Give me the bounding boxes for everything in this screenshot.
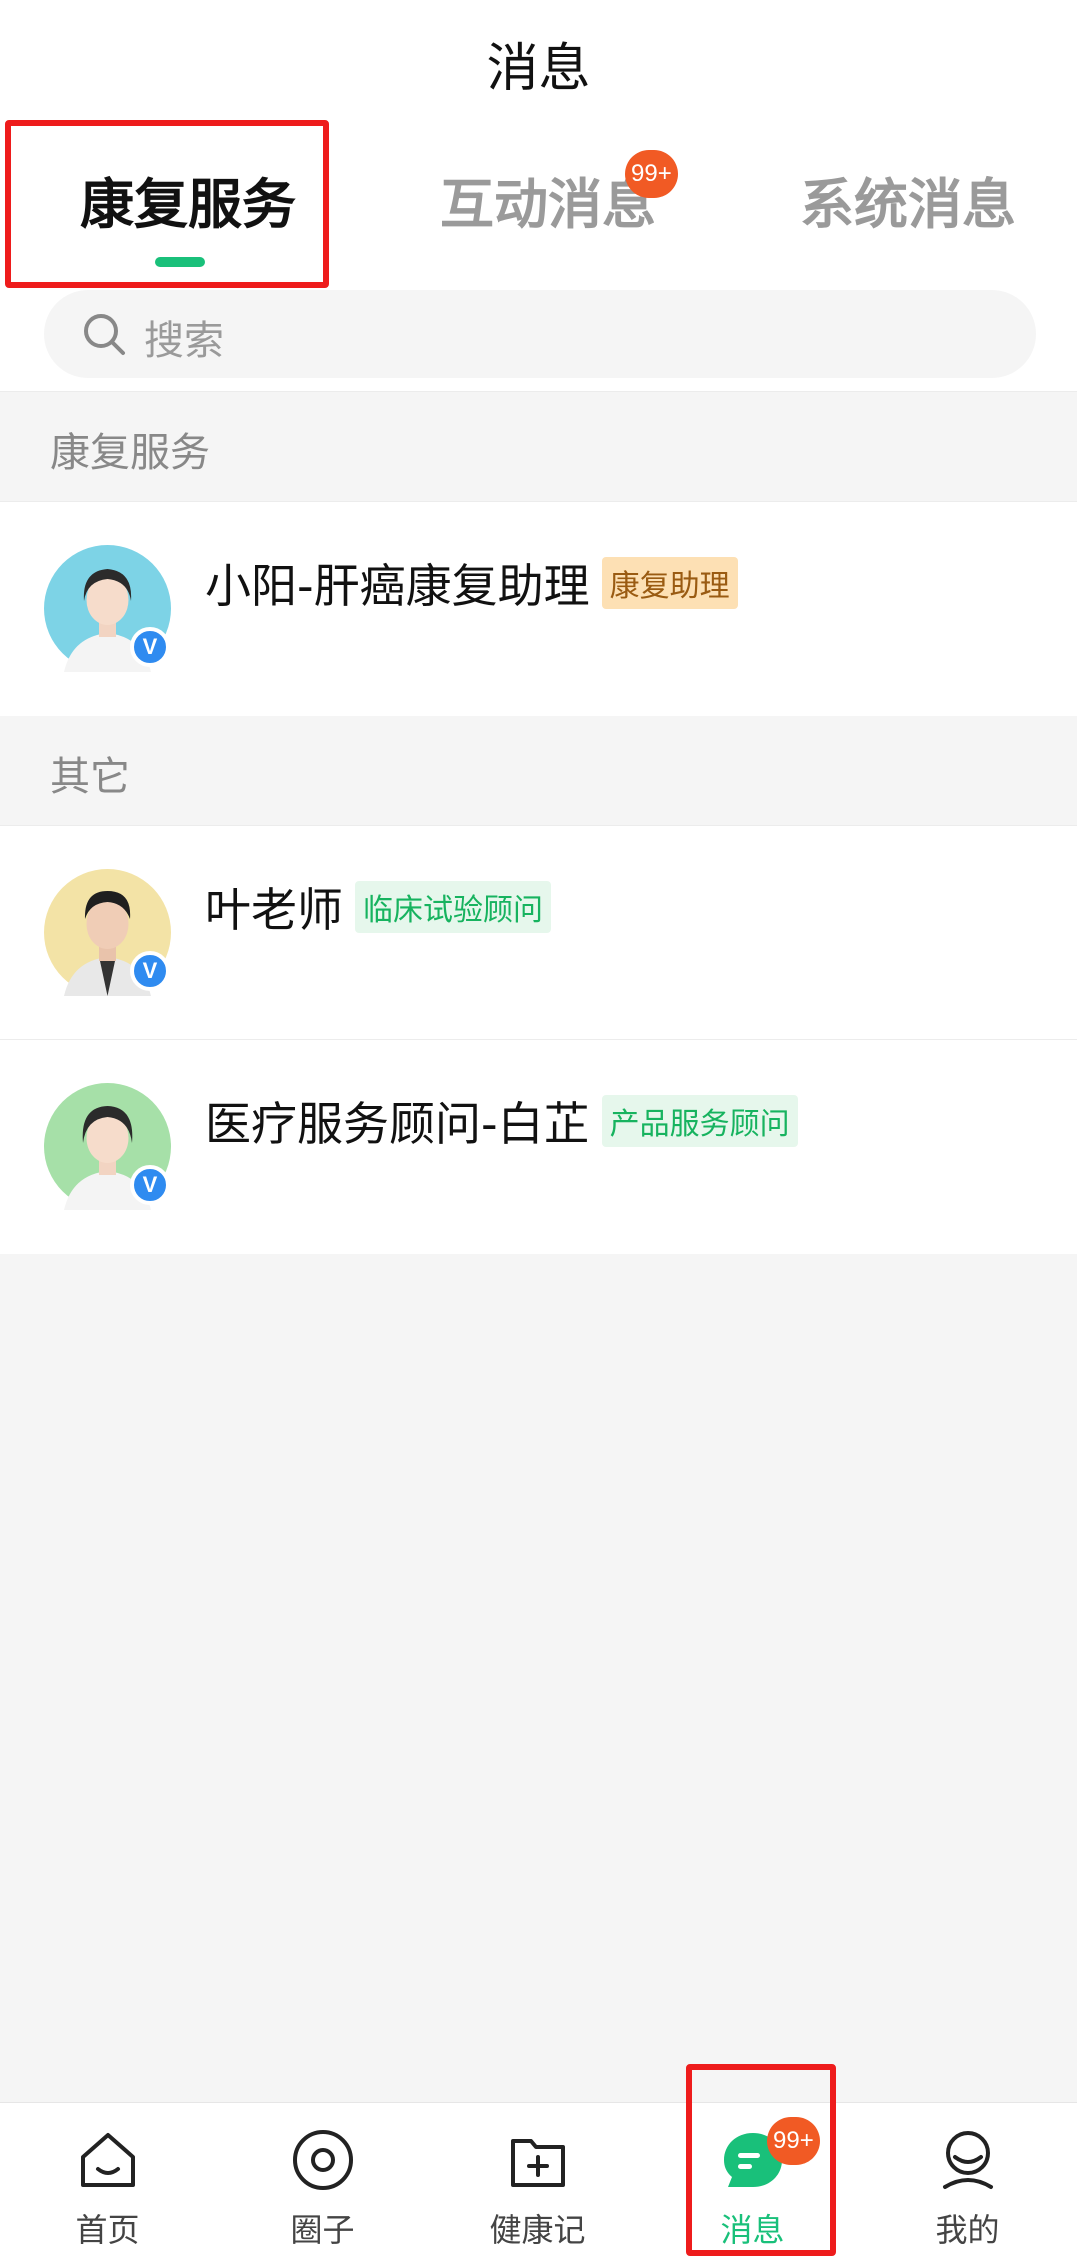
contact-name: 小阳-肝癌康复助理 [205,559,590,613]
avatar: V [44,545,171,672]
verified-badge: V [130,951,170,991]
nav-item-home[interactable]: 首页 [0,2103,215,2256]
section-title: 其它 [50,754,130,800]
nav-item-circle[interactable]: 圈子 [215,2103,430,2256]
tab-interactive-messages[interactable]: 互动消息 [440,160,656,239]
role-tag: 产品服务顾问 [601,1095,798,1147]
contact-name: 叶老师 [205,883,343,937]
bottom-navigation: 首页 圈子 健康记 99+ 消息 我的 [0,2102,1077,2256]
nav-item-health-record[interactable]: 健康记 [430,2103,645,2256]
tab-system-messages[interactable]: 系统消息 [800,160,1016,239]
search-placeholder: 搜索 [144,318,224,364]
profile-icon [935,2127,1001,2193]
contact-name: 医疗服务顾问-白芷 [205,1097,590,1151]
role-tag: 临床试验顾问 [355,881,551,933]
home-icon [75,2127,141,2193]
search-bar: 搜索 [0,270,1077,392]
verified-badge: V [130,1165,170,1205]
section-title: 康复服务 [50,430,210,476]
nav-label: 健康记 [489,2211,586,2249]
avatar: V [44,869,171,996]
nav-label: 圈子 [290,2211,355,2249]
unread-badge: 99+ [625,150,678,198]
page-title: 消息 [486,39,591,99]
section-header-rehab: 康复服务 [0,392,1077,502]
search-icon [80,310,128,358]
conversation-item-teacher-ye[interactable]: V 叶老师 临床试验顾问 [0,826,1077,1040]
nav-label: 消息 [720,2211,785,2249]
role-tag: 康复助理 [601,557,738,609]
active-tab-indicator [155,257,205,267]
verified-badge: V [130,627,170,667]
header: 消息 康复服务 互动消息 系统消息 99+ [0,0,1077,270]
section-header-other: 其它 [0,716,1077,826]
search-input[interactable]: 搜索 [44,290,1036,378]
nav-label: 我的 [935,2211,1000,2249]
circle-icon [290,2127,356,2193]
nav-item-profile[interactable]: 我的 [860,2103,1075,2256]
conversation-item-assistant[interactable]: V 小阳-肝癌康复助理 康复助理 [0,502,1077,716]
avatar: V [44,1083,171,1210]
health-folder-icon [505,2127,571,2193]
unread-badge: 99+ [767,2117,820,2165]
conversation-item-consultant-baizhi[interactable]: V 医疗服务顾问-白芷 产品服务顾问 [0,1040,1077,1254]
tab-rehab-service[interactable]: 康复服务 [80,160,296,239]
nav-item-messages[interactable]: 99+ 消息 [645,2103,860,2256]
nav-label: 首页 [75,2211,140,2249]
